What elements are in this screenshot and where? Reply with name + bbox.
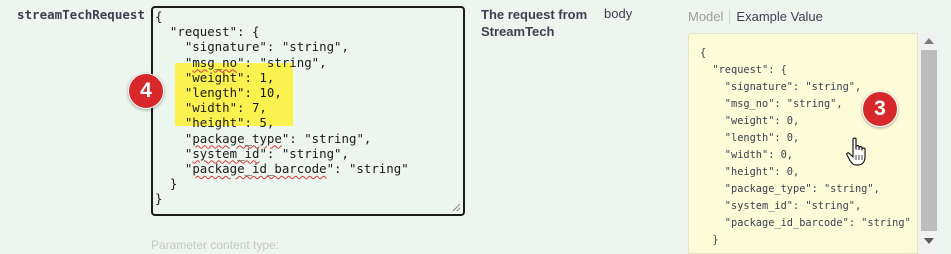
- parameter-location: body: [604, 6, 633, 21]
- editor-line-width: "width": 7,: [155, 100, 267, 116]
- editor-line: "request": {: [155, 24, 260, 40]
- request-body-editor[interactable]: { "request": { "signature": "string", "m…: [151, 6, 465, 216]
- scroll-down-icon[interactable]: [924, 238, 934, 244]
- editor-line-package-id-barcode: "package_id_barcode": "string": [155, 160, 409, 176]
- model-tabs: Model Example Value: [688, 9, 823, 24]
- resize-handle-icon[interactable]: [451, 202, 461, 212]
- editor-line-length: "length": 10,: [155, 84, 282, 100]
- scroll-up-icon[interactable]: [924, 38, 934, 44]
- parameter-name: streamTechRequest: [17, 7, 145, 22]
- editor-line: }: [155, 191, 163, 207]
- editor-line-height: "height": 5,: [155, 115, 275, 131]
- hand-pointer-icon: [846, 137, 866, 166]
- scroll-thumb[interactable]: [921, 50, 937, 231]
- spellcheck-underline: msg_no: [192, 54, 238, 70]
- spellcheck-underline: package_type: [192, 130, 282, 146]
- parameter-description: The request from StreamTech: [481, 7, 588, 39]
- editor-line-package-type: "package_type": "string",: [155, 130, 372, 146]
- content-type-label: Parameter content type:: [151, 238, 280, 252]
- editor-line: "signature": "string",: [155, 39, 349, 55]
- editor-line: }: [155, 176, 178, 192]
- tab-model[interactable]: Model: [688, 9, 723, 24]
- step-badge-3: 3: [862, 91, 898, 127]
- editor-line: {: [155, 9, 163, 24]
- step-badge-4: 4: [128, 73, 164, 109]
- editor-line-system-id: "system_id": "string",: [155, 145, 349, 161]
- editor-line-weight: "weight": 1,: [155, 69, 275, 85]
- example-scrollbar[interactable]: [918, 33, 940, 254]
- spellcheck-underline: package_id_barcode: [192, 160, 327, 176]
- editor-line-msg-no: "msg_no": "string",: [155, 54, 327, 70]
- example-value-code: { "request": { "signature": "string", "m…: [700, 47, 911, 246]
- editor-code[interactable]: { "request": { "signature": "string", "m…: [155, 9, 409, 206]
- tab-example-value[interactable]: Example Value: [729, 9, 823, 24]
- example-value-panel[interactable]: { "request": { "signature": "string", "m…: [688, 33, 918, 254]
- spellcheck-underline: system_id: [192, 145, 260, 161]
